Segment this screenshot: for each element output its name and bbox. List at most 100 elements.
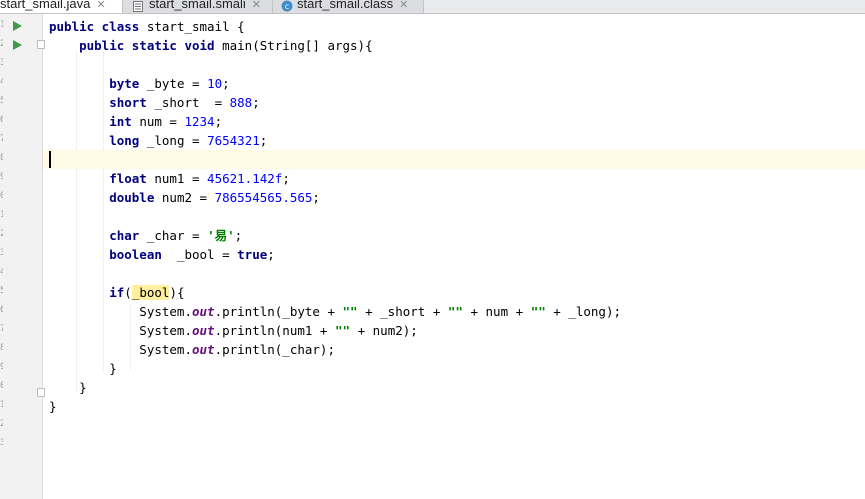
code-token: boolean bbox=[49, 247, 177, 262]
code-text: System.out.println(num1 + "" + num2); bbox=[49, 321, 418, 340]
code-token: ; bbox=[282, 171, 290, 186]
line-number: 2 bbox=[0, 39, 3, 49]
code-token: public static void bbox=[49, 38, 223, 53]
code-token: _byte = bbox=[146, 76, 208, 91]
code-token: ){ bbox=[169, 285, 185, 300]
code-text: System.out.println(_byte + "" + _short +… bbox=[49, 302, 621, 321]
code-line[interactable]: long _long = 7654321; bbox=[43, 131, 865, 150]
code-token: byte bbox=[49, 76, 147, 91]
line-number: 3 bbox=[0, 438, 3, 448]
code-line[interactable]: byte _byte = 10; bbox=[43, 74, 865, 93]
close-icon[interactable]: ✕ bbox=[96, 0, 105, 11]
text-caret bbox=[49, 151, 51, 168]
run-triangle-icon[interactable] bbox=[13, 21, 22, 31]
code-token: .println(num1 + bbox=[214, 323, 335, 338]
close-icon[interactable]: ✕ bbox=[399, 0, 408, 11]
line-number: 4 bbox=[0, 77, 3, 87]
tab-label: start_smail.class bbox=[297, 0, 394, 11]
tab-start-smail-class[interactable]: c start_smail.class ✕ bbox=[272, 0, 424, 13]
code-token: 45621.142f bbox=[207, 171, 283, 186]
line-number: 4 bbox=[0, 267, 3, 277]
code-line[interactable]: char _char = '易'; bbox=[43, 226, 865, 245]
code-line[interactable] bbox=[43, 207, 865, 226]
code-line[interactable]: if(_bool){ bbox=[43, 283, 865, 302]
code-token: int bbox=[49, 114, 140, 129]
code-token: "" bbox=[447, 304, 463, 319]
run-triangle-icon[interactable] bbox=[13, 40, 22, 50]
code-token: "" bbox=[530, 304, 546, 319]
code-token: ; bbox=[312, 190, 320, 205]
code-token: System. bbox=[49, 304, 192, 319]
line-number: 7 bbox=[0, 324, 3, 334]
text-file-icon bbox=[133, 0, 143, 13]
line-number: 2 bbox=[0, 229, 3, 239]
line-number: 5 bbox=[0, 96, 3, 106]
code-token: _char = bbox=[146, 228, 208, 243]
code-line[interactable]: } bbox=[43, 359, 865, 378]
code-token: if bbox=[49, 285, 125, 300]
line-number: 9 bbox=[0, 362, 3, 372]
code-line[interactable]: System.out.println(_char); bbox=[43, 340, 865, 359]
code-text: double num2 = 786554565.565; bbox=[49, 188, 320, 207]
code-token: "" bbox=[342, 304, 358, 319]
code-line[interactable]: int num = 1234; bbox=[43, 112, 865, 131]
code-text: int num = 1234; bbox=[49, 112, 222, 131]
line-number: 7 bbox=[0, 134, 3, 144]
code-line[interactable]: } bbox=[43, 397, 865, 416]
tab-start-smail-java[interactable]: start_smail.java ✕ bbox=[0, 0, 128, 13]
code-line[interactable] bbox=[43, 55, 865, 74]
code-token: ; bbox=[234, 228, 243, 243]
code-line[interactable]: System.out.println(_byte + "" + _short +… bbox=[43, 302, 865, 321]
code-line[interactable]: double num2 = 786554565.565; bbox=[43, 188, 865, 207]
code-text: } bbox=[49, 359, 117, 378]
code-line[interactable]: } bbox=[43, 378, 865, 397]
code-token: System. bbox=[49, 323, 192, 338]
code-token: _long = bbox=[146, 133, 208, 148]
code-text: public static void main(String[] args){ bbox=[49, 36, 373, 55]
code-token: double bbox=[49, 190, 162, 205]
code-text: } bbox=[49, 378, 87, 397]
code-text: long _long = 7654321; bbox=[49, 131, 267, 150]
code-token: .println(_byte + bbox=[214, 304, 343, 319]
code-line[interactable]: boolean _bool = true; bbox=[43, 245, 865, 264]
code-token: _short = bbox=[154, 95, 230, 110]
class-file-icon: c bbox=[281, 0, 293, 12]
code-text: char _char = '易'; bbox=[49, 226, 242, 245]
code-line[interactable]: System.out.println(num1 + "" + num2); bbox=[43, 321, 865, 340]
code-token: '易' bbox=[207, 228, 235, 243]
code-line[interactable]: public static void main(String[] args){ bbox=[43, 36, 865, 55]
code-text: boolean _bool = true; bbox=[49, 245, 275, 264]
editor-gutter[interactable]: 1 2 3 4 5 6 7 8 9 0 1 2 3 4 5 6 7 8 9 0 1 2 3 bbox=[0, 14, 45, 499]
code-token: _bool = bbox=[176, 247, 238, 262]
code-token: 7654321 bbox=[207, 133, 260, 148]
code-text: System.out.println(_char); bbox=[49, 340, 335, 359]
code-token: ; bbox=[267, 247, 275, 262]
code-token: 888 bbox=[229, 95, 253, 110]
code-token: char bbox=[49, 228, 147, 243]
code-editor[interactable]: public class start_smail { public static… bbox=[43, 14, 865, 499]
code-token: out bbox=[192, 304, 215, 319]
line-number: 2 bbox=[0, 419, 3, 429]
code-line[interactable] bbox=[43, 264, 865, 283]
code-token: 1234 bbox=[184, 114, 215, 129]
code-text: short _short = 888; bbox=[49, 93, 260, 112]
code-token: short bbox=[49, 95, 155, 110]
code-token: } bbox=[49, 399, 57, 414]
line-number: 9 bbox=[0, 172, 3, 182]
tab-start-smail-smali[interactable]: start_smail.smali ✕ bbox=[122, 0, 282, 13]
line-number: 5 bbox=[0, 286, 3, 296]
code-line[interactable]: public class start_smail { bbox=[43, 17, 865, 36]
code-line[interactable] bbox=[43, 150, 865, 169]
code-text: byte _byte = 10; bbox=[49, 74, 229, 93]
code-token: .println(_char); bbox=[214, 342, 335, 357]
tab-label: start_smail.smali bbox=[149, 0, 246, 11]
code-line[interactable]: float num1 = 45621.142f; bbox=[43, 169, 865, 188]
code-text: float num1 = 45621.142f; bbox=[49, 169, 290, 188]
editor-tab-bar: start_smail.java ✕ start_smail.smali ✕ c s… bbox=[0, 0, 865, 14]
line-number: 8 bbox=[0, 343, 3, 353]
code-line[interactable]: short _short = 888; bbox=[43, 93, 865, 112]
code-token: start_smail { bbox=[146, 19, 245, 34]
code-token: "" bbox=[335, 323, 351, 338]
close-icon[interactable]: ✕ bbox=[252, 0, 261, 11]
code-token: out bbox=[192, 342, 215, 357]
